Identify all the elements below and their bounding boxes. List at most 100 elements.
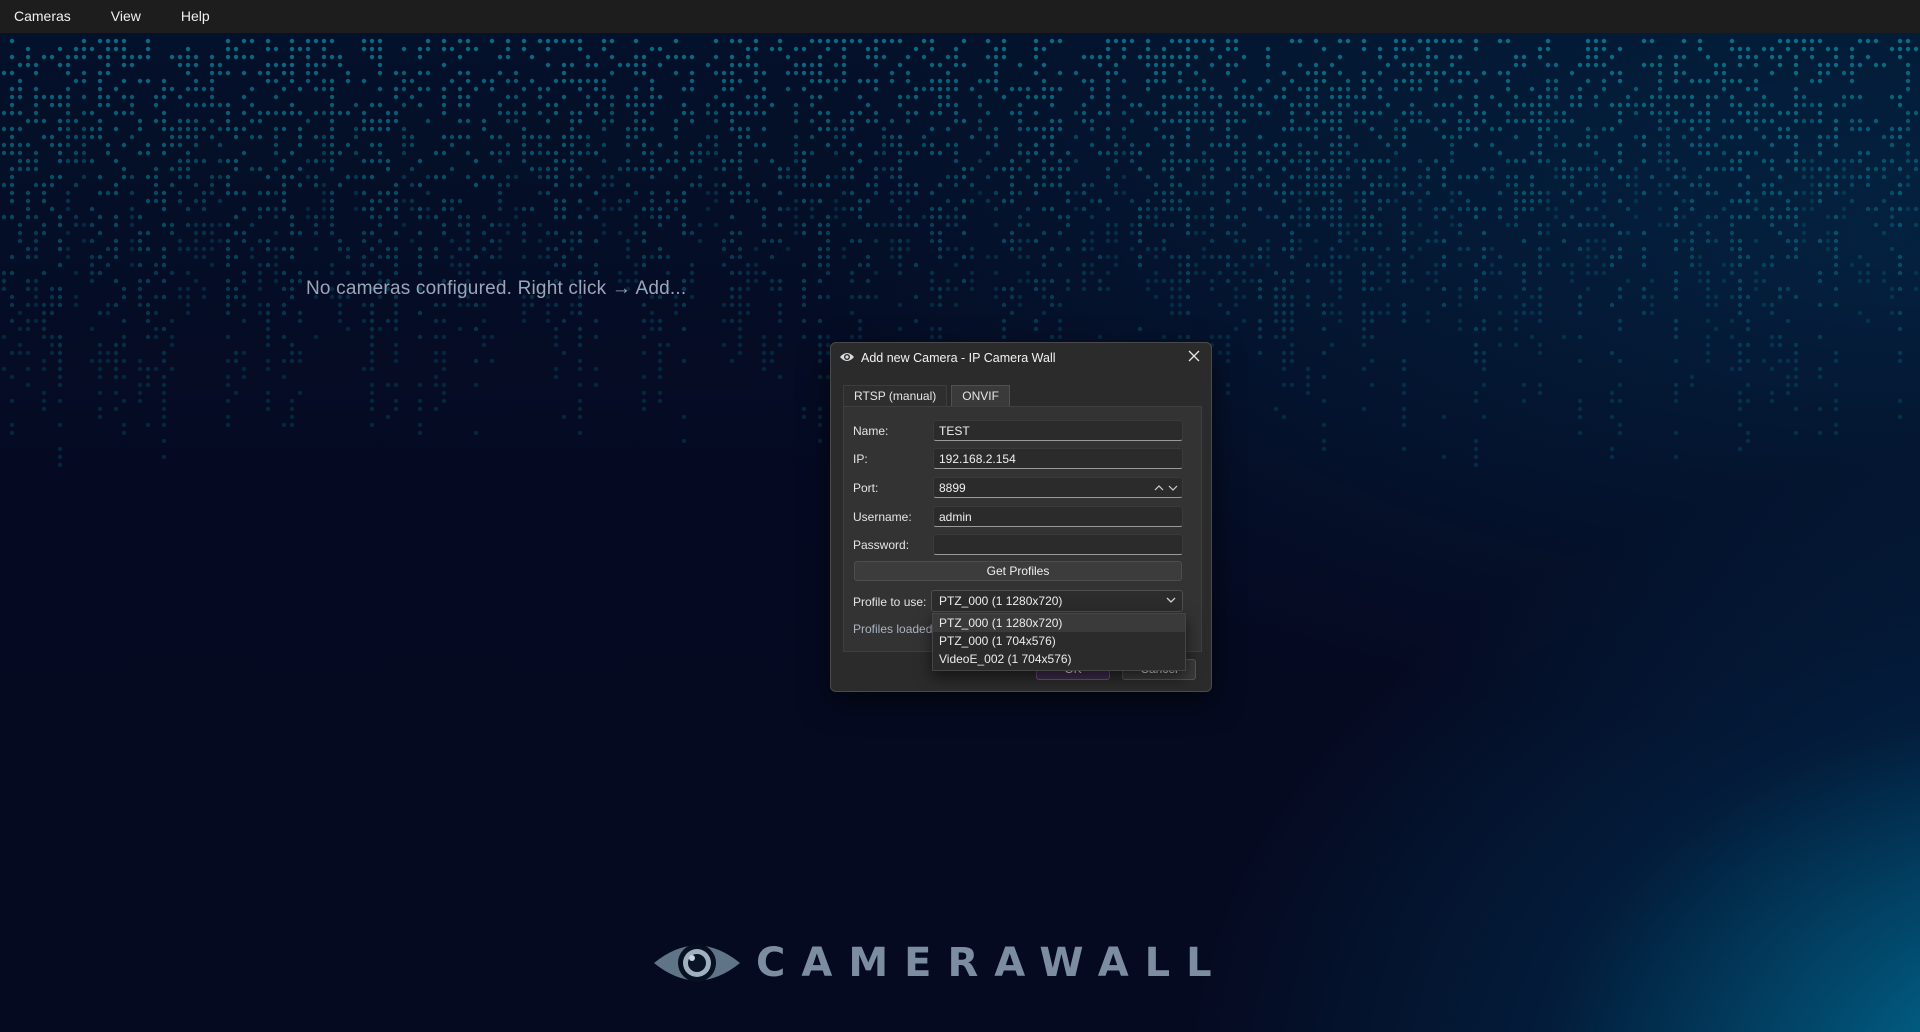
matrix-dot xyxy=(1401,38,1407,44)
matrix-dot xyxy=(633,262,639,268)
matrix-dot xyxy=(497,134,503,140)
matrix-dot xyxy=(33,150,39,156)
menu-view[interactable]: View xyxy=(97,0,155,33)
matrix-dot xyxy=(673,302,679,308)
matrix-dot xyxy=(1913,158,1919,164)
matrix-dot xyxy=(625,94,631,100)
matrix-dot xyxy=(905,118,911,124)
matrix-dot xyxy=(145,334,151,340)
matrix-dot xyxy=(993,86,999,92)
matrix-dot xyxy=(1881,230,1887,236)
matrix-dot xyxy=(1761,190,1767,196)
matrix-dot xyxy=(449,262,455,268)
get-profiles-button[interactable]: Get Profiles xyxy=(854,561,1182,581)
matrix-dot xyxy=(1561,174,1567,180)
matrix-dot xyxy=(281,62,287,68)
matrix-dot xyxy=(1593,62,1599,68)
matrix-dot xyxy=(265,366,271,372)
matrix-dot xyxy=(1361,38,1367,44)
matrix-dot xyxy=(809,118,815,124)
matrix-dot xyxy=(1745,86,1751,92)
matrix-dot xyxy=(929,126,935,132)
matrix-dot xyxy=(1361,198,1367,204)
matrix-dot xyxy=(1721,166,1727,172)
profile-option[interactable]: PTZ_000 (1 704x576) xyxy=(933,632,1185,650)
matrix-dot xyxy=(1369,126,1375,132)
matrix-dot xyxy=(801,62,807,68)
password-field[interactable] xyxy=(933,534,1183,555)
username-field[interactable] xyxy=(933,506,1183,527)
chevron-up-icon[interactable] xyxy=(1154,484,1164,492)
matrix-dot xyxy=(129,134,135,140)
matrix-dot xyxy=(1897,166,1903,172)
matrix-dot xyxy=(1561,118,1567,124)
port-spinbox[interactable]: 8899 xyxy=(933,477,1183,498)
matrix-dot xyxy=(761,70,767,76)
matrix-dot xyxy=(1033,126,1039,132)
matrix-dot xyxy=(849,238,855,244)
matrix-dot xyxy=(273,262,279,268)
matrix-dot xyxy=(1369,110,1375,116)
matrix-dot xyxy=(1721,86,1727,92)
matrix-dot xyxy=(1705,230,1711,236)
close-button[interactable] xyxy=(1183,347,1205,369)
matrix-dot xyxy=(577,182,583,188)
matrix-dot xyxy=(57,374,63,380)
matrix-dot xyxy=(1017,110,1023,116)
matrix-dot xyxy=(1777,342,1783,348)
profile-select[interactable]: PTZ_000 (1 1280x720) xyxy=(931,590,1183,612)
matrix-dot xyxy=(985,150,991,156)
matrix-dot xyxy=(1761,102,1767,108)
matrix-dot xyxy=(329,78,335,84)
tab-onvif[interactable]: ONVIF xyxy=(951,385,1010,407)
matrix-dot xyxy=(1649,174,1655,180)
dialog-titlebar[interactable]: Add new Camera - IP Camera Wall xyxy=(831,343,1211,373)
matrix-dot xyxy=(1801,222,1807,228)
matrix-dot xyxy=(1833,230,1839,236)
matrix-dot xyxy=(369,206,375,212)
ip-field[interactable] xyxy=(933,448,1183,469)
matrix-dot xyxy=(297,278,303,284)
profile-option[interactable]: PTZ_000 (1 1280x720) xyxy=(933,614,1185,632)
matrix-dot xyxy=(1769,166,1775,172)
matrix-dot xyxy=(249,246,255,252)
matrix-dot xyxy=(881,54,887,60)
matrix-dot xyxy=(1633,102,1639,108)
matrix-dot xyxy=(241,278,247,284)
profile-option[interactable]: VideoE_002 (1 704x576) xyxy=(933,650,1185,668)
matrix-dot xyxy=(1329,206,1335,212)
matrix-dot xyxy=(1793,118,1799,124)
menu-help[interactable]: Help xyxy=(167,0,224,33)
matrix-dot xyxy=(425,86,431,92)
matrix-dot xyxy=(1809,182,1815,188)
matrix-dot xyxy=(137,150,143,156)
menu-cameras[interactable]: Cameras xyxy=(0,0,85,33)
matrix-dot xyxy=(161,86,167,92)
matrix-dot xyxy=(1337,182,1343,188)
matrix-dot xyxy=(505,182,511,188)
matrix-dot xyxy=(633,94,639,100)
matrix-dot xyxy=(377,70,383,76)
matrix-dot xyxy=(697,158,703,164)
matrix-dot xyxy=(1793,206,1799,212)
matrix-dot xyxy=(649,310,655,316)
matrix-dot xyxy=(1393,174,1399,180)
matrix-dot xyxy=(1153,70,1159,76)
matrix-dot xyxy=(497,158,503,164)
matrix-dot xyxy=(1857,270,1863,276)
matrix-dot xyxy=(281,270,287,276)
matrix-dot xyxy=(1521,286,1527,292)
matrix-dot xyxy=(1657,70,1663,76)
matrix-dot xyxy=(1457,190,1463,196)
matrix-dot xyxy=(321,78,327,84)
tab-rtsp-manual[interactable]: RTSP (manual) xyxy=(843,385,948,407)
matrix-dot xyxy=(1897,398,1903,404)
matrix-dot xyxy=(1113,150,1119,156)
matrix-dot xyxy=(577,238,583,244)
matrix-dot xyxy=(1033,142,1039,148)
chevron-down-icon[interactable] xyxy=(1168,484,1178,492)
matrix-dot xyxy=(1673,318,1679,324)
matrix-dot xyxy=(1641,134,1647,140)
name-field[interactable] xyxy=(933,420,1183,441)
matrix-dot xyxy=(745,262,751,268)
